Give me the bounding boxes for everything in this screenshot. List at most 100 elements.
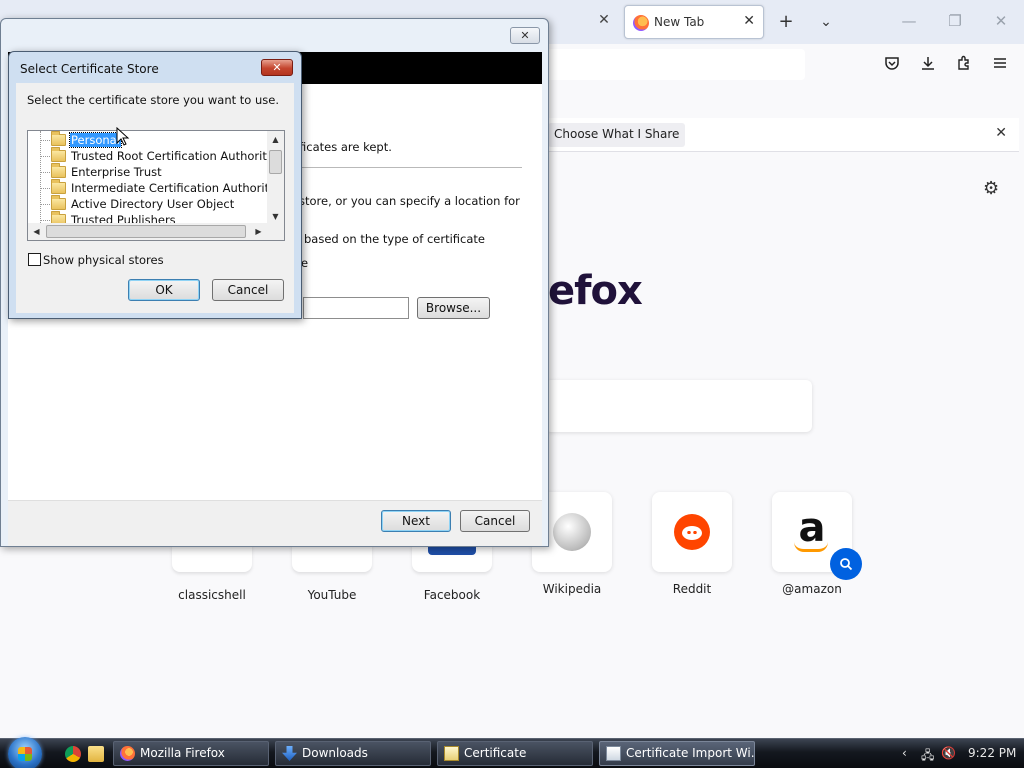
notification-close-icon[interactable]: ✕: [995, 125, 1007, 141]
top-site-reddit[interactable]: Reddit: [652, 492, 732, 596]
tree-item-label: Trusted Root Certification Authorities: [71, 149, 284, 163]
tab-new-tab[interactable]: New Tab ✕: [624, 5, 764, 39]
tree-vertical-scrollbar[interactable]: ▲ ▼: [267, 131, 284, 225]
taskbar-item-certificate-import-wizard[interactable]: Certificate Import Wi...: [599, 741, 755, 766]
dialog-cancel-button[interactable]: Cancel: [212, 279, 284, 301]
wizard-text-store: store, or you can specify a location for: [299, 194, 520, 208]
wizard-separator: [298, 167, 522, 168]
newtab-search-box[interactable]: [545, 380, 812, 432]
tree-item-active-directory[interactable]: Active Directory User Object: [28, 195, 268, 212]
dialog-close-button[interactable]: ✕: [261, 59, 293, 76]
dialog-body: Select the certificate store you want to…: [16, 83, 294, 313]
taskbar-item-certificate[interactable]: Certificate: [437, 741, 593, 766]
taskbar-item-firefox[interactable]: Mozilla Firefox: [113, 741, 269, 766]
taskbar-item-label: Certificate Import Wi...: [626, 746, 755, 760]
scroll-thumb[interactable]: [46, 225, 246, 238]
certificate-store-tree[interactable]: Personal Trusted Root Certification Auth…: [27, 130, 285, 241]
folder-icon: [51, 163, 66, 178]
firefox-icon: [120, 746, 135, 761]
dialog-title: Select Certificate Store: [20, 62, 159, 76]
tree-item-label: Intermediate Certification Authorities: [71, 181, 285, 195]
taskbar-item-label: Mozilla Firefox: [140, 746, 225, 760]
tray-expand-chevron-icon[interactable]: ‹: [902, 746, 907, 760]
wizard-text-kept: ficates are kept.: [299, 140, 392, 154]
certificate-icon: [444, 746, 459, 761]
tree-item-intermediate[interactable]: Intermediate Certification Authorities: [28, 179, 284, 196]
folder-icon: [51, 195, 66, 210]
tree-item-label: Personal: [69, 132, 122, 148]
show-physical-stores-label: Show physical stores: [43, 253, 164, 267]
wizard-icon: [606, 746, 621, 761]
folder-icon: [51, 131, 66, 146]
wizard-text-e: e: [301, 256, 309, 270]
tree-item-trusted-root[interactable]: Trusted Root Certification Authorities: [28, 147, 283, 164]
url-bar[interactable]: [545, 49, 805, 80]
taskbar-item-downloads[interactable]: Downloads: [275, 741, 431, 766]
clock[interactable]: 9:22 PM: [968, 746, 1016, 760]
choose-what-i-share-button[interactable]: Choose What I Share: [548, 123, 686, 147]
background-tab-close-icon[interactable]: ✕: [596, 12, 612, 32]
tree-horizontal-scrollbar[interactable]: ◀ ▶: [28, 223, 284, 240]
top-site-card[interactable]: a: [772, 492, 862, 580]
top-site-label: YouTube: [307, 588, 357, 602]
firefox-wordmark: efox: [548, 268, 643, 314]
download-arrow-icon: [282, 746, 297, 761]
new-tab-plus-icon[interactable]: +: [776, 12, 796, 32]
tree-item-personal[interactable]: Personal: [28, 131, 268, 148]
dialog-prompt: Select the certificate store you want to…: [27, 93, 279, 107]
folder-icon: [51, 147, 66, 162]
extensions-icon[interactable]: [954, 55, 974, 75]
top-site-label: @amazon: [782, 582, 842, 596]
window-close-icon[interactable]: ✕: [991, 12, 1011, 30]
browse-button[interactable]: Browse...: [417, 297, 490, 319]
chrome-quicklaunch-icon[interactable]: [65, 746, 81, 762]
scroll-left-arrow-icon[interactable]: ◀: [28, 223, 45, 240]
menu-hamburger-icon[interactable]: [990, 55, 1010, 75]
firefox-favicon-icon: [633, 15, 649, 31]
mouse-cursor-icon: [116, 126, 130, 150]
downloads-icon[interactable]: [918, 55, 938, 75]
start-button[interactable]: [8, 737, 42, 768]
tree-item-label: Active Directory User Object: [71, 197, 235, 211]
notification-bar: Choose What I Share ✕: [545, 118, 1019, 152]
minimize-icon[interactable]: —: [899, 12, 919, 30]
wikipedia-logo-icon: [553, 513, 591, 551]
restore-icon[interactable]: ❐: [945, 12, 965, 30]
select-certificate-store-dialog: Select Certificate Store ✕ Select the ce…: [8, 51, 302, 319]
next-button[interactable]: Next: [381, 510, 451, 532]
top-site-label: classicshell: [178, 588, 246, 602]
wizard-cancel-button[interactable]: Cancel: [460, 510, 530, 532]
list-all-tabs-chevron-icon[interactable]: ⌄: [816, 12, 836, 32]
windows-taskbar: Mozilla Firefox Downloads Certificate Ce…: [0, 737, 1024, 768]
volume-muted-icon[interactable]: 🔇: [941, 746, 956, 760]
show-physical-stores-checkbox[interactable]: [28, 253, 41, 266]
scroll-right-arrow-icon[interactable]: ▶: [250, 223, 267, 240]
ok-button[interactable]: OK: [128, 279, 200, 301]
tab-title: New Tab: [654, 15, 705, 29]
tab-close-icon[interactable]: ✕: [743, 13, 755, 29]
top-site-card[interactable]: [652, 492, 732, 572]
taskbar-item-label: Certificate: [464, 746, 527, 760]
scroll-up-arrow-icon[interactable]: ▲: [267, 131, 284, 148]
top-site-label: Facebook: [423, 588, 481, 602]
pocket-icon[interactable]: [882, 55, 902, 75]
search-badge-icon: [830, 548, 862, 580]
tree-item-enterprise-trust[interactable]: Enterprise Trust: [28, 163, 268, 180]
taskbar-item-label: Downloads: [302, 746, 368, 760]
scroll-thumb[interactable]: [269, 150, 282, 174]
newtab-settings-gear-icon[interactable]: ⚙: [983, 178, 999, 199]
wizard-close-button[interactable]: ✕: [510, 27, 540, 44]
top-site-label: Wikipedia: [542, 582, 602, 596]
tree-item-label: Enterprise Trust: [71, 165, 162, 179]
amazon-smile-icon: [794, 542, 828, 552]
explorer-quicklaunch-icon[interactable]: [88, 746, 104, 762]
certificate-store-field[interactable]: [303, 297, 409, 319]
reddit-logo-icon: [674, 514, 710, 550]
wizard-footer: Next Cancel: [8, 500, 542, 546]
top-site-amazon[interactable]: a @amazon: [772, 492, 862, 596]
wizard-text-based: based on the type of certificate: [304, 232, 485, 246]
top-site-label: Reddit: [672, 582, 712, 596]
folder-icon: [51, 179, 66, 194]
network-icon[interactable]: 🖧: [921, 746, 934, 767]
tree-guide-line: [40, 131, 41, 225]
